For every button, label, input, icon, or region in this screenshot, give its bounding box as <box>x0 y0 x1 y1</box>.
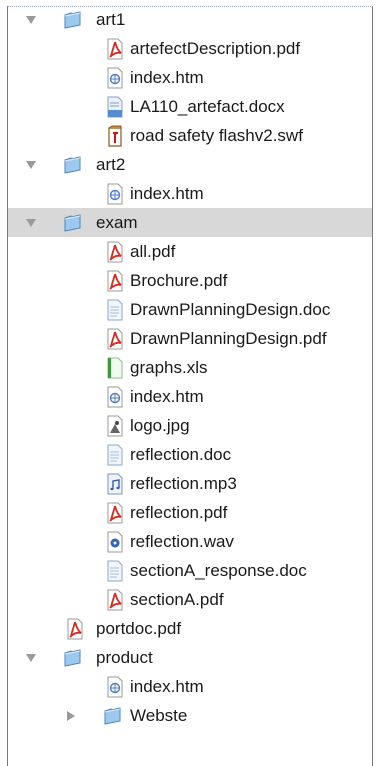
disclosure-open-icon[interactable] <box>25 159 37 171</box>
pdf-file-icon <box>105 270 125 292</box>
folder-icon <box>103 705 123 727</box>
tree-item-label: reflection.wav <box>130 532 234 551</box>
tree-item-label: reflection.pdf <box>130 503 228 522</box>
image-file-icon <box>105 415 125 437</box>
tree-item-label: art1 <box>96 10 126 29</box>
file-row-reflection-doc[interactable]: reflection.doc <box>8 440 372 469</box>
file-row-reflection-mp3[interactable]: reflection.mp3 <box>8 469 372 498</box>
tree-item-label: graphs.xls <box>130 358 208 377</box>
xls-file-icon <box>105 357 125 379</box>
disclosure-open-icon[interactable] <box>25 217 37 229</box>
folder-icon <box>63 212 83 234</box>
doc-file-icon <box>105 299 125 321</box>
pdf-file-icon <box>105 328 125 350</box>
disclosure-open-icon[interactable] <box>25 14 37 26</box>
file-row-graphs-xls[interactable]: graphs.xls <box>8 353 372 382</box>
html-file-icon <box>105 67 125 89</box>
disclosure-closed-icon[interactable] <box>65 710 77 722</box>
file-row-index-htm[interactable]: index.htm <box>8 179 372 208</box>
tree-item-label: portdoc.pdf <box>96 619 182 638</box>
file-row-sectiona-response-doc[interactable]: sectionA_response.doc <box>8 556 372 585</box>
swf-file-icon <box>105 125 125 147</box>
folder-row-webste[interactable]: Webste <box>8 701 372 730</box>
tree-item-label: logo.jpg <box>130 416 190 435</box>
tree-item-label: reflection.mp3 <box>130 474 237 493</box>
pdf-file-icon <box>105 241 125 263</box>
folder-icon <box>63 9 83 31</box>
file-row-artefectdescription-pdf[interactable]: artefectDescription.pdf <box>8 34 372 63</box>
file-tree: art1 artefectDescription.pdf index.htm L… <box>7 6 373 766</box>
tree-item-label: index.htm <box>130 68 204 87</box>
tree-item-label: LA110_artefact.docx <box>130 97 285 116</box>
tree-item-label: index.htm <box>130 677 204 696</box>
pdf-file-icon <box>65 618 85 640</box>
file-row-reflection-wav[interactable]: reflection.wav <box>8 527 372 556</box>
tree-item-label: all.pdf <box>130 242 176 261</box>
wav-file-icon <box>105 531 125 553</box>
tree-item-label: DrawnPlanningDesign.pdf <box>130 329 327 348</box>
html-file-icon <box>105 676 125 698</box>
folder-row-exam[interactable]: exam <box>8 208 372 237</box>
pdf-file-icon <box>105 502 125 524</box>
doc-file-icon <box>105 560 125 582</box>
file-row-reflection-pdf[interactable]: reflection.pdf <box>8 498 372 527</box>
file-row-portdoc-pdf[interactable]: portdoc.pdf <box>8 614 372 643</box>
file-row-index-htm[interactable]: index.htm <box>8 63 372 92</box>
doc-file-icon <box>105 444 125 466</box>
html-file-icon <box>105 183 125 205</box>
tree-item-label: Brochure.pdf <box>130 271 228 290</box>
file-row-index-htm[interactable]: index.htm <box>8 672 372 701</box>
file-row-drawnplanningdesign-doc[interactable]: DrawnPlanningDesign.doc <box>8 295 372 324</box>
folder-row-art2[interactable]: art2 <box>8 150 372 179</box>
pdf-file-icon <box>105 38 125 60</box>
folder-row-product[interactable]: product <box>8 643 372 672</box>
tree-item-label: index.htm <box>130 184 204 203</box>
tree-item-label: Webste <box>130 706 188 725</box>
tree-item-label: art2 <box>96 155 126 174</box>
pdf-file-icon <box>105 589 125 611</box>
file-row-brochure-pdf[interactable]: Brochure.pdf <box>8 266 372 295</box>
disclosure-open-icon[interactable] <box>25 652 37 664</box>
tree-item-label: reflection.doc <box>130 445 232 464</box>
file-row-road-safety-flashv2-swf[interactable]: road safety flashv2.swf <box>8 121 372 150</box>
docx-file-icon <box>105 96 125 118</box>
html-file-icon <box>105 386 125 408</box>
audio-file-icon <box>105 473 125 495</box>
folder-icon <box>63 647 83 669</box>
file-row-logo-jpg[interactable]: logo.jpg <box>8 411 372 440</box>
folder-icon <box>63 154 83 176</box>
folder-row-art1[interactable]: art1 <box>8 5 372 34</box>
file-row-index-htm[interactable]: index.htm <box>8 382 372 411</box>
tree-item-label: sectionA_response.doc <box>130 561 307 580</box>
tree-item-label: exam <box>96 213 138 232</box>
tree-item-label: sectionA.pdf <box>130 590 224 609</box>
tree-item-label: product <box>96 648 153 667</box>
file-row-all-pdf[interactable]: all.pdf <box>8 237 372 266</box>
file-row-drawnplanningdesign-pdf[interactable]: DrawnPlanningDesign.pdf <box>8 324 372 353</box>
file-row-la110-artefact-docx[interactable]: LA110_artefact.docx <box>8 92 372 121</box>
file-row-sectiona-pdf[interactable]: sectionA.pdf <box>8 585 372 614</box>
tree-item-label: index.htm <box>130 387 204 406</box>
tree-item-label: artefectDescription.pdf <box>130 39 301 58</box>
tree-item-label: DrawnPlanningDesign.doc <box>130 300 331 319</box>
tree-item-label: road safety flashv2.swf <box>130 126 303 145</box>
